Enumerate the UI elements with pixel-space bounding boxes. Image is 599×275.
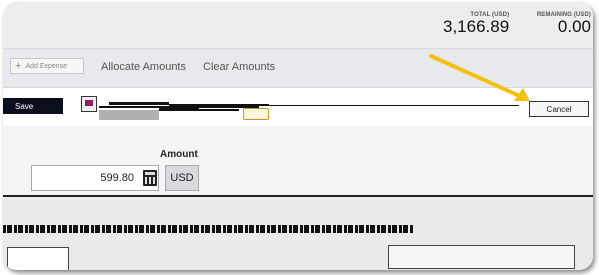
calculator-icon[interactable] — [143, 170, 157, 186]
amount-input[interactable]: 599.80 — [31, 165, 159, 191]
gl-account-text-redacted — [99, 102, 593, 112]
lower-left-field[interactable] — [7, 247, 69, 270]
add-expense-label: Add Expense — [25, 62, 68, 70]
gl-account-code-block — [99, 110, 159, 120]
amount-section: Amount 599.80 USD — [3, 127, 593, 195]
allocate-amounts-link[interactable]: Allocate Amounts — [101, 61, 186, 73]
save-label: Save — [15, 101, 34, 111]
plus-icon: + — [15, 60, 22, 72]
remaining-usd: REMAINING (USD) 0.00 — [521, 12, 591, 36]
totals-header: TOTAL (USD) 3,166.89 REMAINING (USD) 0.0… — [3, 2, 593, 49]
remaining-value: 0.00 — [557, 17, 591, 36]
allocation-row-bar: Save Cancel — [3, 88, 593, 126]
lower-right-field[interactable] — [388, 245, 575, 269]
allocation-tag — [243, 108, 269, 120]
expense-allocation-window: TOTAL (USD) 3,166.89 REMAINING (USD) 0.0… — [3, 2, 593, 270]
save-button[interactable]: Save — [3, 98, 63, 114]
total-usd: TOTAL (USD) 3,166.89 — [443, 12, 509, 36]
add-expense-button[interactable]: + Add Expense — [10, 58, 84, 74]
lower-form-area — [3, 197, 593, 270]
currency-field[interactable]: USD — [165, 165, 199, 191]
clear-amounts-link[interactable]: Clear Amounts — [203, 61, 275, 73]
allocation-details-redacted — [3, 225, 413, 233]
cancel-button[interactable]: Cancel — [529, 101, 589, 117]
allocation-toolbar: + Add Expense Allocate Amounts Clear Amo… — [3, 49, 593, 88]
cancel-label: Cancel — [546, 104, 572, 114]
gl-account-icon[interactable] — [81, 96, 97, 112]
amount-label: Amount — [160, 149, 198, 160]
total-value: 3,166.89 — [443, 17, 510, 36]
